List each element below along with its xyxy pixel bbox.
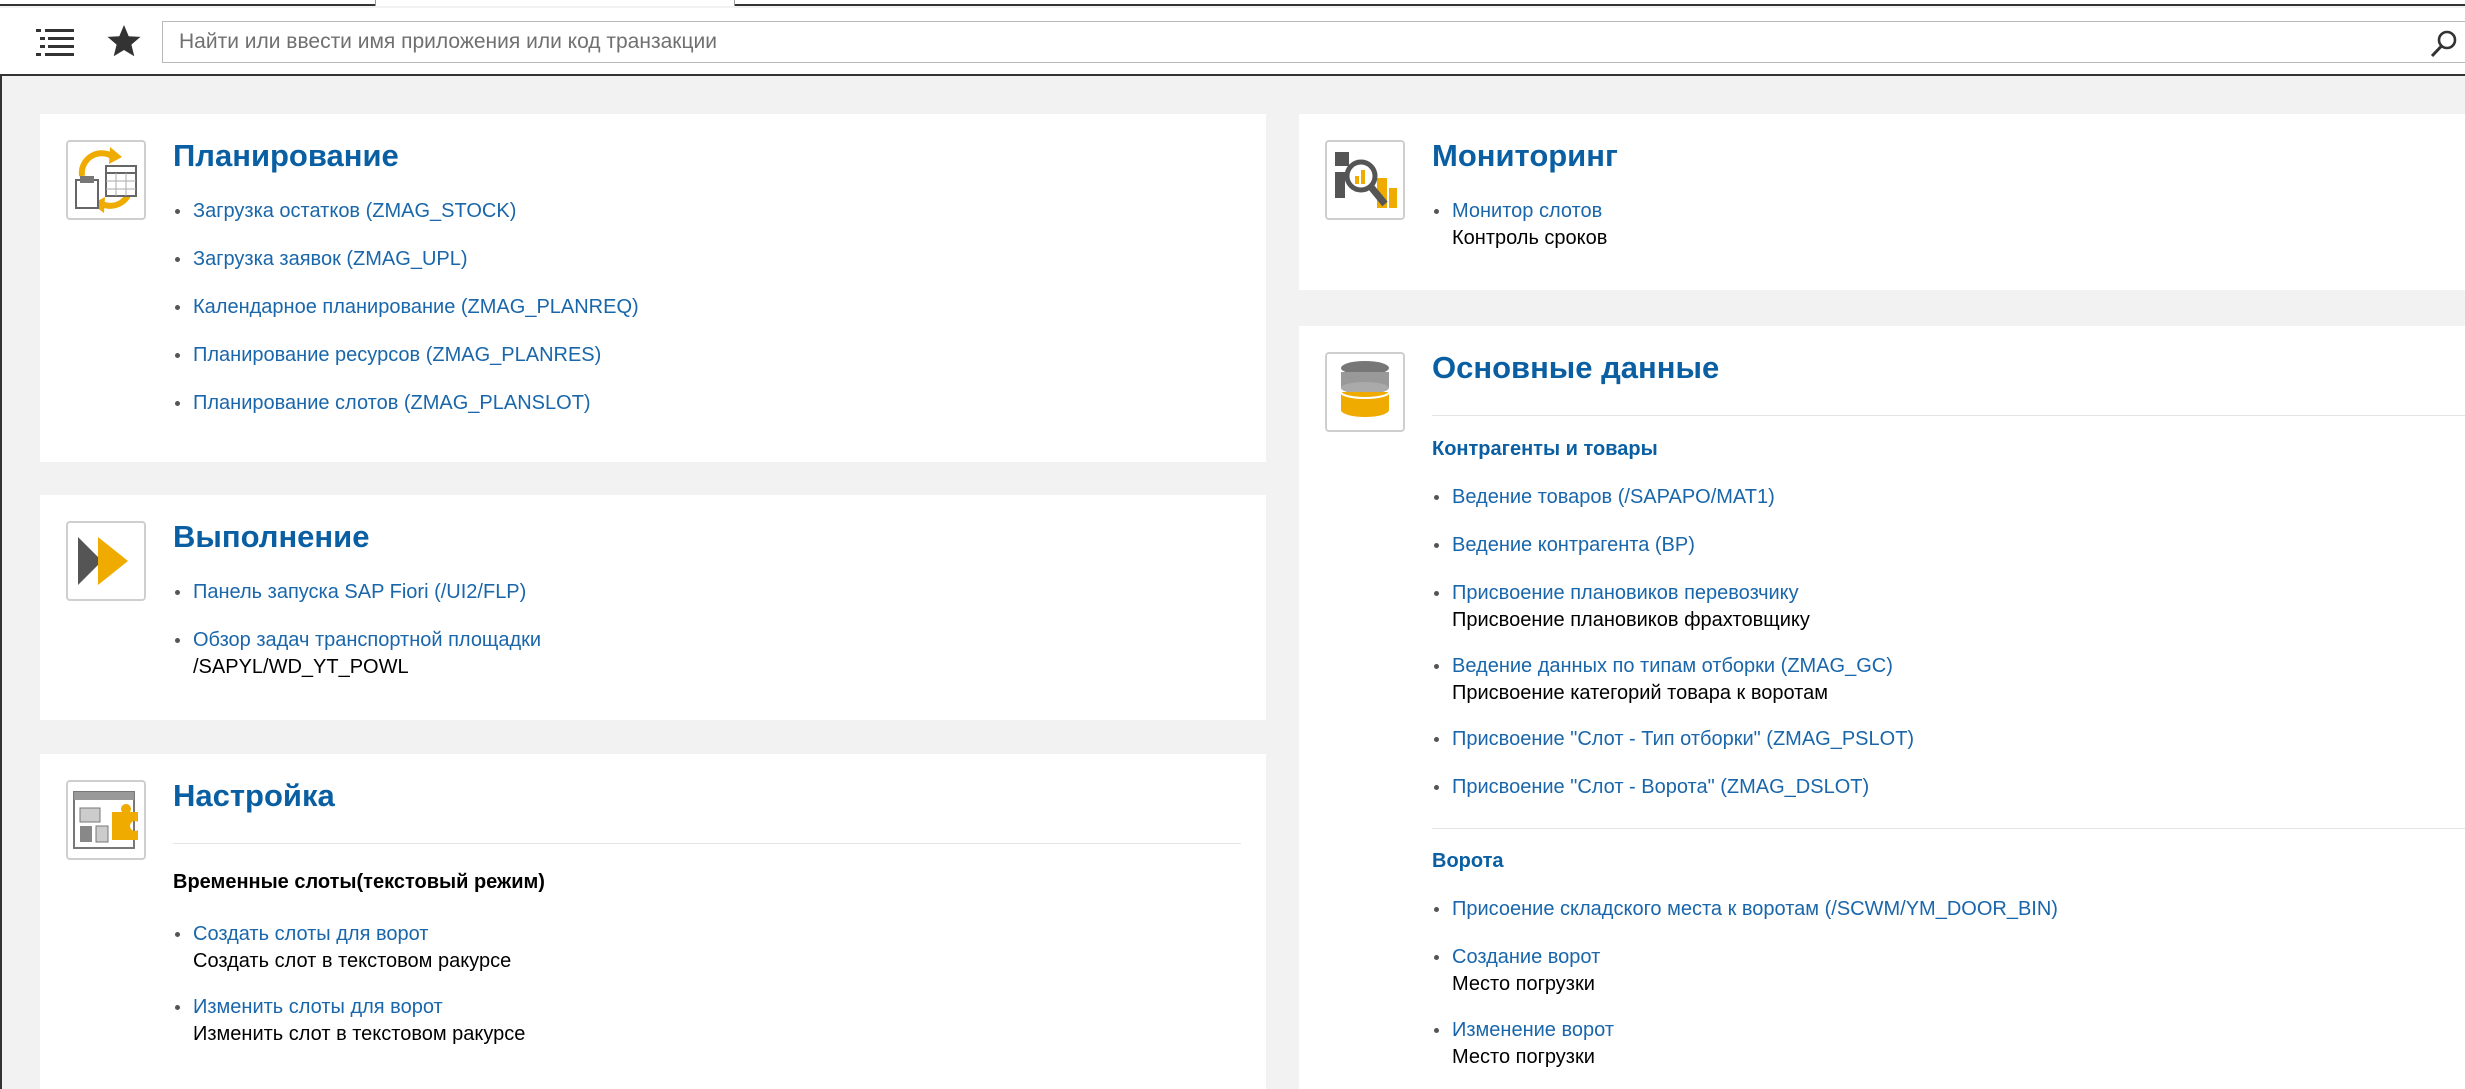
database-icon (1325, 352, 1405, 432)
link-business-partner[interactable]: Ведение контрагента (BP) (1452, 534, 1695, 556)
calendar-refresh-icon (66, 140, 146, 220)
link-assign-planners[interactable]: Присвоение плановиков перевозчику (1452, 582, 1799, 604)
card-planning: Планирование Загрузка остатков (ZMAG_STO… (40, 114, 1266, 462)
page-title: Основные данные (1432, 350, 1720, 385)
link-zmag-stock[interactable]: Загрузка остатков (ZMAG_STOCK) (193, 200, 516, 222)
item-description: Изменить слот в текстовом ракурсе (193, 1023, 526, 1045)
list-item: Ведение данных по типам отборки (ZMAG_GC… (1432, 653, 1914, 707)
search-input[interactable] (177, 29, 2381, 55)
link-change-door-slots[interactable]: Изменить слоты для ворот (193, 996, 443, 1018)
link-change-door[interactable]: Изменение ворот (1452, 1019, 1614, 1041)
link-zmag-planreq[interactable]: Календарное планирование (ZMAG_PLANREQ) (193, 296, 639, 318)
link-create-door-slots[interactable]: Создать слоты для ворот (193, 923, 428, 945)
link-zmag-gc[interactable]: Ведение данных по типам отборки (ZMAG_GC… (1452, 655, 1893, 677)
link-fiori-launchpad[interactable]: Панель запуска SAP Fiori (/UI2/FLP) (193, 581, 526, 603)
link-door-bin[interactable]: Присоение складского места к воротам (/S… (1452, 898, 2058, 920)
list-menu-icon[interactable] (36, 28, 74, 58)
browser-tab-edge (375, 0, 735, 6)
list-item: Панель запуска SAP Fiori (/UI2/FLP) (173, 579, 541, 606)
settings-list: Создать слоты для ворот Создать слот в те… (173, 921, 525, 1048)
item-description: Контроль сроков (1452, 227, 1608, 249)
item-description: Место погрузки (1452, 973, 1595, 995)
list-item: Присвоение плановиков перевозчику Присвое… (1432, 580, 1914, 634)
section-header: Контрагенты и товары (1432, 438, 1658, 460)
list-item: Создание ворот Место погрузки (1432, 944, 2058, 998)
link-zmag-planslot[interactable]: Планирование слотов (ZMAG_PLANSLOT) (193, 392, 591, 414)
list-item: Календарное планирование (ZMAG_PLANREQ) (173, 294, 639, 321)
star-icon[interactable] (104, 21, 144, 61)
card-execution: Выполнение Панель запуска SAP Fiori (/UI… (40, 495, 1266, 720)
search-field[interactable] (162, 21, 2465, 63)
section-header: Временные слоты(текстовый режим) (173, 871, 545, 893)
shell-toolbar (0, 8, 2465, 76)
list-item: Изменить слоты для ворот Изменить слот в … (173, 994, 525, 1048)
list-item: Планирование слотов (ZMAG_PLANSLOT) (173, 390, 639, 417)
list-item: Изменение ворот Место погрузки (1432, 1017, 2058, 1071)
list-item: Присвоение "Слот - Тип отборки" (ZMAG_PS… (1432, 726, 1914, 753)
doors-list: Присоение складского места к воротам (/S… (1432, 896, 2058, 1071)
execution-list: Панель запуска SAP Fiori (/UI2/FLP) Обзо… (173, 579, 541, 681)
planning-list: Загрузка остатков (ZMAG_STOCK) Загрузка … (173, 198, 639, 417)
page-title: Настройка (173, 778, 335, 813)
list-item: Присоение складского места к воротам (/S… (1432, 896, 2058, 923)
list-item: Ведение товаров (/SAPAPO/MAT1) (1432, 484, 1914, 511)
list-item: Присвоение "Слот - Ворота" (ZMAG_DSLOT) (1432, 774, 1914, 801)
link-zmag-planres[interactable]: Планирование ресурсов (ZMAG_PLANRES) (193, 344, 601, 366)
divider (173, 843, 1241, 844)
item-description: Присвоение категорий товара к воротам (1452, 682, 1828, 704)
page-title: Планирование (173, 138, 399, 173)
list-item: Загрузка остатков (ZMAG_STOCK) (173, 198, 639, 225)
list-item: Монитор слотов Контроль сроков (1432, 198, 1607, 252)
item-description: Создать слот в текстовом ракурсе (193, 950, 512, 972)
item-description: Присвоение плановиков фрахтовщику (1452, 609, 1810, 631)
page-title: Мониторинг (1432, 138, 1618, 173)
list-item: Планирование ресурсов (ZMAG_PLANRES) (173, 342, 639, 369)
card-master-data: Основные данные Контрагенты и товары Вед… (1299, 326, 2465, 1089)
monitor-magnifier-icon (1325, 140, 1405, 220)
search-icon[interactable] (2429, 29, 2459, 59)
item-description: /SAPYL/WD_YT_POWL (193, 656, 409, 678)
list-item: Ведение контрагента (BP) (1432, 532, 1914, 559)
link-product-maintenance[interactable]: Ведение товаров (/SAPAPO/MAT1) (1452, 486, 1775, 508)
play-forward-icon (66, 521, 146, 601)
list-item: Создать слоты для ворот Создать слот в те… (173, 921, 525, 975)
window-top-edge (0, 0, 2465, 6)
settings-puzzle-icon (66, 780, 146, 860)
divider (1432, 415, 2465, 416)
link-create-door[interactable]: Создание ворот (1452, 946, 1600, 968)
page-title: Выполнение (173, 519, 370, 554)
item-description: Место погрузки (1452, 1046, 1595, 1068)
partners-products-list: Ведение товаров (/SAPAPO/MAT1) Ведение к… (1432, 484, 1914, 801)
link-yard-task-overview[interactable]: Обзор задач транспортной площадки (193, 629, 541, 651)
card-monitoring: Мониторинг Монитор слотов Контроль сроков (1299, 114, 2465, 290)
card-settings: Настройка Временные слоты(текстовый режи… (40, 754, 1266, 1089)
divider (1432, 828, 2465, 829)
list-item: Загрузка заявок (ZMAG_UPL) (173, 246, 639, 273)
left-window-edge (0, 76, 2, 1089)
link-zmag-dslot[interactable]: Присвоение "Слот - Ворота" (ZMAG_DSLOT) (1452, 776, 1869, 798)
link-zmag-pslot[interactable]: Присвоение "Слот - Тип отборки" (ZMAG_PS… (1452, 728, 1914, 750)
list-item: Обзор задач транспортной площадки/SAPYL/… (173, 627, 541, 681)
link-zmag-upl[interactable]: Загрузка заявок (ZMAG_UPL) (193, 248, 468, 270)
section-header: Ворота (1432, 850, 1504, 872)
monitoring-list: Монитор слотов Контроль сроков (1432, 198, 1607, 252)
link-slot-monitor[interactable]: Монитор слотов (1452, 200, 1602, 222)
